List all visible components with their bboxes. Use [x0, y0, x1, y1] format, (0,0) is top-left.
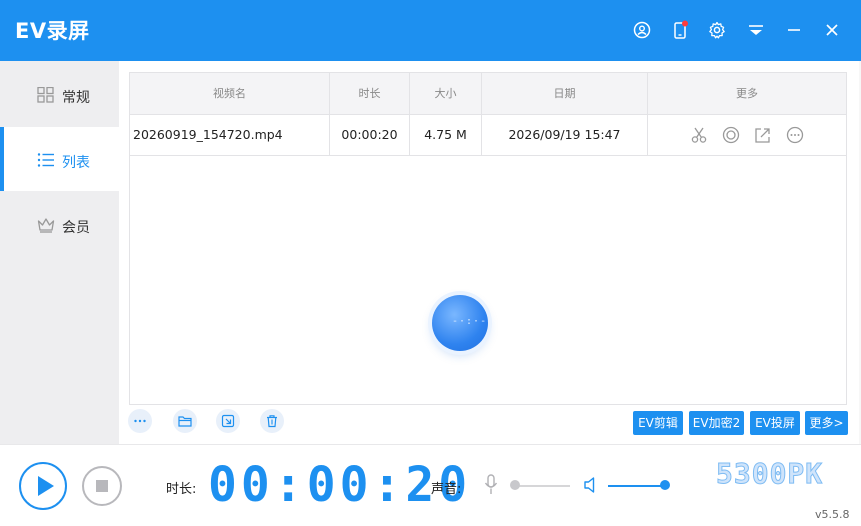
table-row[interactable]: 20260919_154720.mp4 00:00:20 4.75 M 2026…	[130, 115, 846, 156]
loading-spinner: -·:·-	[432, 295, 488, 351]
column-header[interactable]: 日期	[482, 73, 648, 114]
column-header[interactable]: 大小	[410, 73, 482, 114]
app-window: EV录屏 常规 列表 会员 视频名 时长 大小 日期 更多 20260919_1…	[0, 0, 861, 526]
ev-edit-button[interactable]: EV剪辑	[633, 411, 683, 435]
mic-volume-slider[interactable]	[512, 485, 570, 487]
video-size: 4.75 M	[410, 115, 482, 155]
version-label: v5.5.8	[815, 508, 850, 521]
sidebar-item-member[interactable]: 会员	[0, 192, 119, 256]
duration-label: 时长:	[166, 482, 197, 497]
watermark-logo: 5300PK	[715, 457, 824, 491]
circle-icon[interactable]	[722, 126, 740, 144]
phone-notify-icon[interactable]	[668, 18, 692, 42]
video-table: 视频名 时长 大小 日期 更多 20260919_154720.mp4 00:0…	[129, 72, 847, 405]
more-dots-icon[interactable]	[128, 409, 152, 433]
sound-label: 声音:	[431, 482, 462, 497]
stop-record-button[interactable]	[82, 466, 122, 506]
sidebar-item-general[interactable]: 常规	[0, 62, 119, 126]
speaker-volume-knob[interactable]	[660, 480, 670, 490]
app-title: EV录屏	[15, 19, 90, 43]
content-panel: 视频名 时长 大小 日期 更多 20260919_154720.mp4 00:0…	[119, 61, 859, 444]
share-icon[interactable]	[754, 126, 772, 144]
menu-icon[interactable]	[744, 18, 768, 42]
record-footer: 时长: 00:00:20 声音: 5300PK v5.5.8	[0, 444, 861, 526]
mic-volume-knob[interactable]	[510, 480, 520, 490]
gear-icon[interactable]	[705, 18, 729, 42]
start-record-button[interactable]	[19, 462, 67, 510]
sidebar-item-list[interactable]: 列表	[0, 127, 119, 191]
list-icon	[37, 153, 54, 167]
import-icon[interactable]	[216, 409, 240, 433]
active-indicator	[0, 127, 4, 191]
video-duration: 00:00:20	[330, 115, 410, 155]
more-button[interactable]: 更多>	[805, 411, 848, 435]
sidebar-item-label: 列表	[62, 155, 90, 171]
crown-icon	[37, 218, 55, 233]
table-header: 视频名 时长 大小 日期 更多	[130, 73, 846, 115]
scissors-icon[interactable]	[690, 126, 708, 144]
sidebar-item-label: 会员	[62, 220, 90, 236]
user-icon[interactable]	[630, 18, 654, 42]
column-header: 更多	[736, 87, 758, 100]
ev-cast-button[interactable]: EV投屏	[750, 411, 800, 435]
stop-icon	[96, 480, 108, 492]
loading-mark: -·:·-	[452, 316, 488, 327]
sidebar: 常规 列表 会员	[0, 61, 119, 444]
column-header[interactable]: 视频名	[130, 73, 330, 114]
close-icon[interactable]	[820, 18, 844, 42]
minimize-icon[interactable]	[782, 18, 806, 42]
video-date: 2026/09/19 15:47	[482, 115, 648, 155]
video-name: 20260919_154720.mp4	[130, 115, 330, 155]
row-actions	[648, 115, 846, 155]
more-icon[interactable]	[786, 126, 804, 144]
play-icon	[38, 476, 54, 496]
column-header[interactable]: 时长	[330, 73, 410, 114]
speaker-volume-slider[interactable]	[608, 485, 662, 487]
folder-icon[interactable]	[173, 409, 197, 433]
title-bar: EV录屏	[0, 0, 861, 61]
ev-encrypt-button[interactable]: EV加密2	[689, 411, 744, 435]
speaker-icon[interactable]	[583, 476, 599, 494]
trash-icon[interactable]	[260, 409, 284, 433]
grid-icon	[37, 87, 54, 103]
microphone-icon[interactable]	[484, 474, 498, 496]
sidebar-item-label: 常规	[62, 90, 90, 106]
